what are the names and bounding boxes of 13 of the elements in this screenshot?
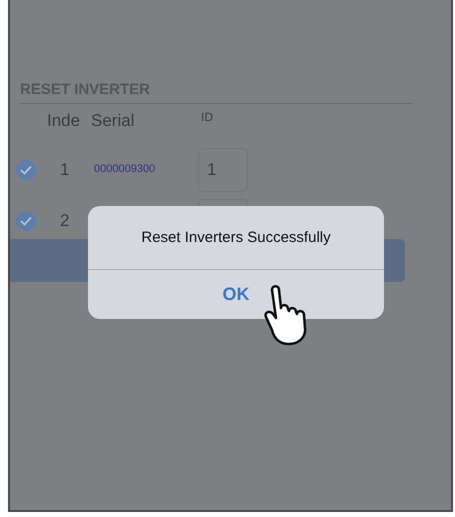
- column-header: ID: [201, 109, 213, 126]
- check-icon: [20, 216, 32, 226]
- column-header: Serial: [91, 111, 136, 131]
- checkbox[interactable]: [16, 210, 36, 230]
- check-icon: [20, 164, 32, 174]
- row-index: 2: [60, 210, 70, 232]
- id-input-field[interactable]: 1: [198, 148, 248, 192]
- checkbox[interactable]: [16, 160, 36, 180]
- ok-button[interactable]: OK: [214, 281, 258, 308]
- dialog-message: Reset Inverters Successfully: [141, 228, 331, 246]
- row-index: 1: [60, 158, 70, 181]
- column-header: Inde: [47, 111, 82, 131]
- serial-number: 0000009300: [94, 162, 156, 178]
